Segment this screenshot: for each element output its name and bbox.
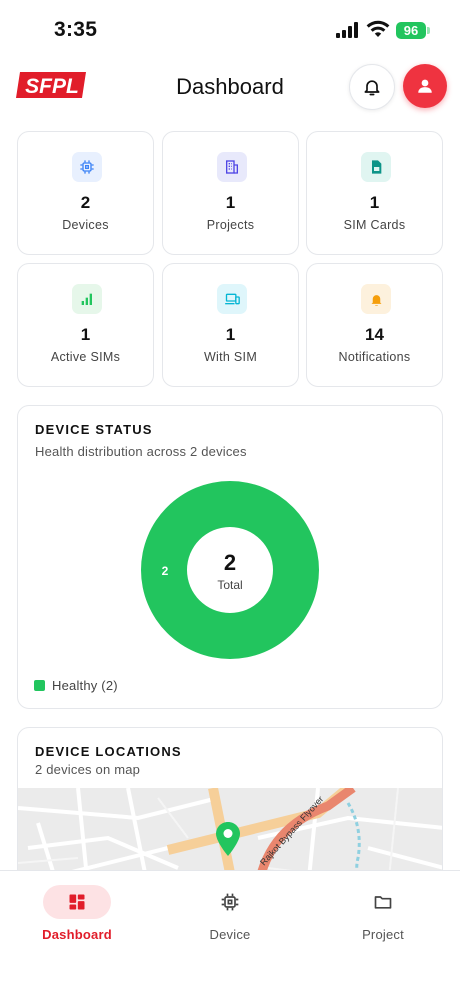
bell-icon	[364, 80, 380, 96]
bell-icon	[361, 284, 391, 314]
stat-label: Active SIMs	[50, 350, 121, 364]
stat-card-active-sims[interactable]: 1 Active SIMs	[17, 263, 154, 387]
stat-value: 14	[365, 325, 384, 344]
stat-card-devices[interactable]: 2 Devices	[17, 131, 154, 255]
stat-value: 1	[369, 193, 380, 212]
building-icon	[217, 152, 247, 182]
stat-value: 1	[80, 325, 91, 344]
stat-value: 1	[225, 193, 236, 212]
devices-icon	[217, 284, 247, 314]
stat-label: Devices	[62, 218, 109, 232]
stat-label: Notifications	[338, 350, 411, 364]
device-status-card: DEVICE STATUS Health distribution across…	[17, 405, 443, 709]
stat-value: 2	[80, 193, 91, 212]
battery-icon: 96	[396, 22, 426, 39]
section-title: DEVICE STATUS	[35, 422, 153, 437]
profile-button[interactable]	[403, 64, 447, 108]
status-time: 3:35	[54, 18, 98, 41]
battery-tip	[427, 27, 430, 34]
stat-value: 1	[225, 325, 236, 344]
nav-item-project[interactable]: Project	[323, 885, 443, 942]
nav-label: Project	[362, 927, 404, 942]
user-icon	[418, 79, 432, 93]
donut-center-value: 2	[224, 550, 236, 575]
stat-card-with-sim[interactable]: 1 With SIM	[162, 263, 299, 387]
donut-center-label: Total	[217, 578, 242, 592]
stat-label: With SIM	[203, 350, 258, 364]
stat-label: SIM Cards	[343, 218, 406, 232]
device-location-pin-icon[interactable]	[216, 822, 240, 856]
notifications-button[interactable]	[349, 64, 395, 110]
dashboard-icon	[69, 894, 85, 910]
nav-item-device[interactable]: Device	[170, 885, 290, 942]
legend-label: Healthy (2)	[52, 678, 118, 693]
nav-item-dashboard[interactable]: Dashboard	[17, 885, 137, 942]
device-status-donut-chart: 2 Total 2	[141, 481, 319, 659]
status-bar: 3:35 96	[0, 0, 460, 60]
bottom-navigation: Dashboard Device Project	[0, 870, 460, 996]
app-header: SFPL Dashboard	[0, 60, 460, 120]
stat-card-projects[interactable]: 1 Projects	[162, 131, 299, 255]
folder-icon	[374, 896, 392, 909]
sim-card-icon	[361, 152, 391, 182]
chip-icon	[221, 893, 239, 911]
stat-label: Projects	[206, 218, 255, 232]
slice-label: 2	[162, 564, 169, 578]
chip-icon	[72, 152, 102, 182]
signal-bars-icon	[72, 284, 102, 314]
stat-card-sim-cards[interactable]: 1 SIM Cards	[306, 131, 443, 255]
cellular-signal-icon	[336, 22, 358, 38]
stat-card-notifications[interactable]: 14 Notifications	[306, 263, 443, 387]
section-subtitle: 2 devices on map	[35, 762, 141, 777]
wifi-icon	[366, 20, 390, 37]
chart-legend: Healthy (2)	[34, 678, 118, 693]
nav-label: Device	[209, 927, 251, 942]
legend-swatch-healthy	[34, 680, 45, 691]
section-title: DEVICE LOCATIONS	[35, 744, 182, 759]
nav-label: Dashboard	[42, 927, 112, 942]
